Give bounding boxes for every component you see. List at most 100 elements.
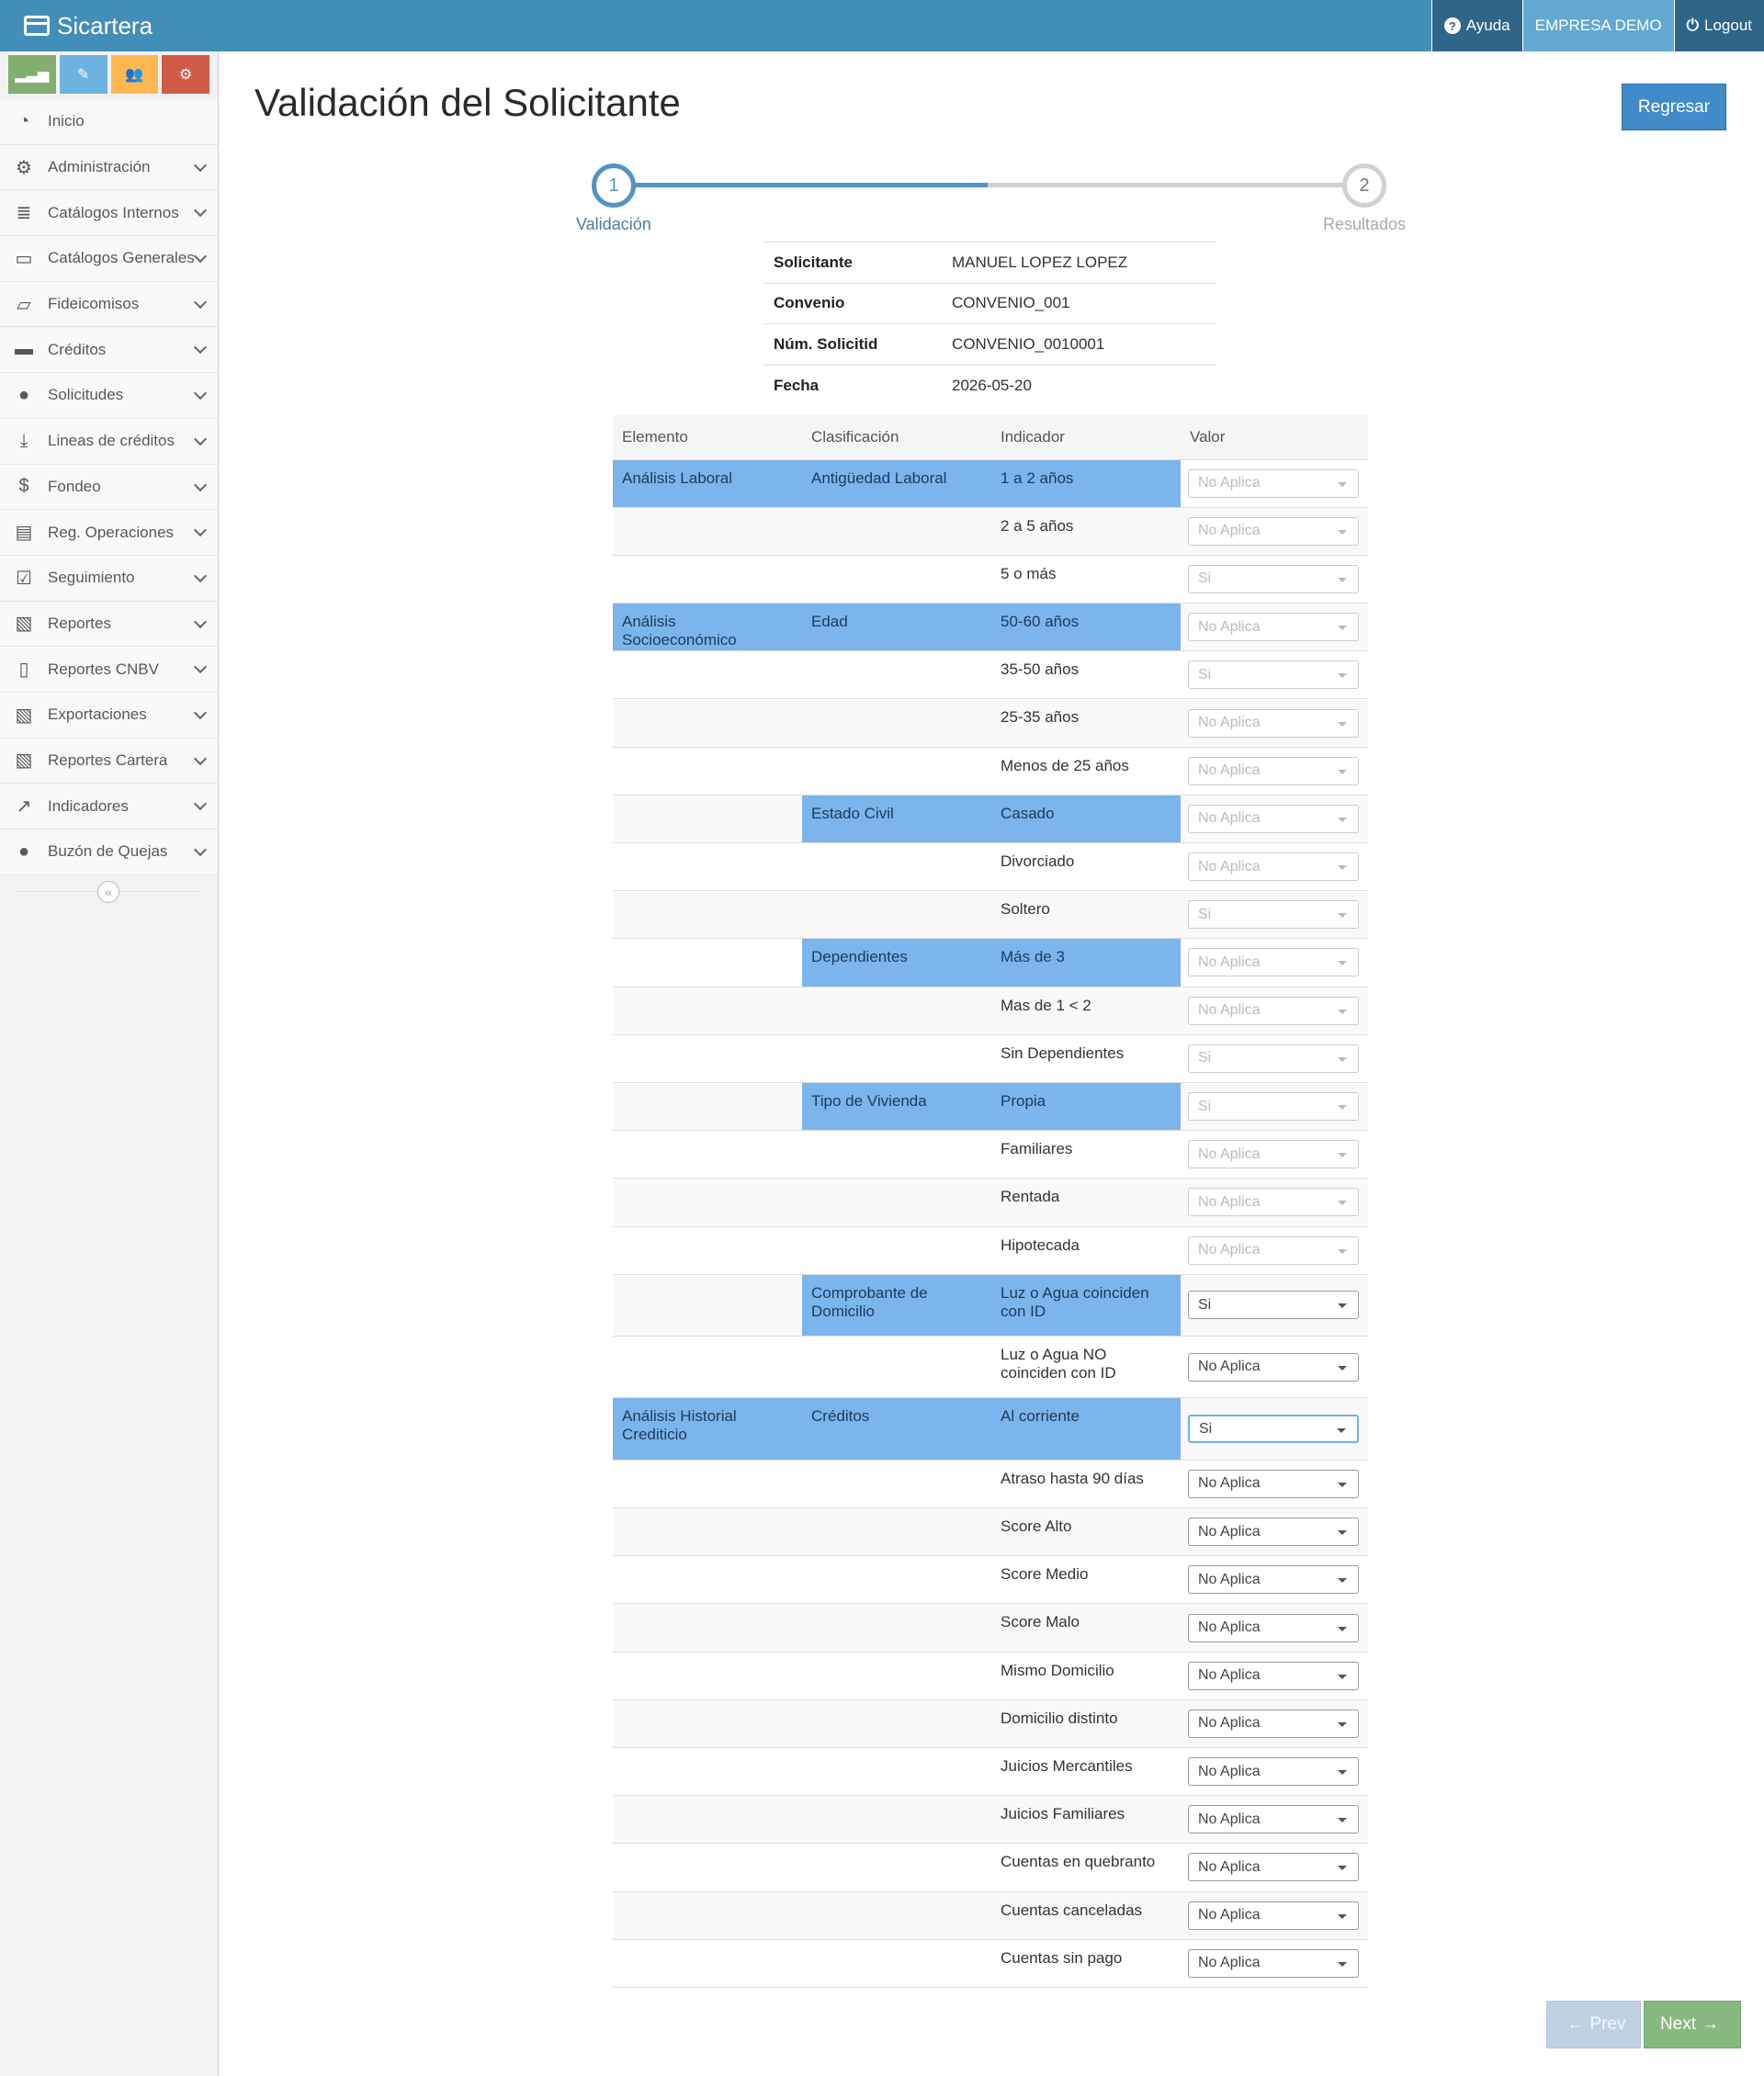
- chevron-down-icon[interactable]: [193, 705, 208, 720]
- chevron-down-icon[interactable]: [193, 569, 208, 582]
- user-icon: ●: [17, 384, 30, 405]
- sidebar-item-5[interactable]: ▬ Créditos: [0, 327, 218, 374]
- cell-elemento: [613, 1747, 802, 1797]
- sidebar-item-6[interactable]: ● Solicitudes: [0, 373, 218, 419]
- top-navbar: Sicartera ? Ayuda EMPRESA DEMO ⏻ Logout: [0, 0, 1764, 51]
- chevron-down-icon[interactable]: [193, 660, 208, 674]
- back-button[interactable]: Regresar: [1622, 84, 1726, 130]
- valor-select[interactable]: No Aplica: [1188, 468, 1359, 498]
- valor-select[interactable]: No Aplica: [1188, 1901, 1359, 1930]
- sidebar-item-9[interactable]: ▤ Reg. Operaciones: [0, 510, 218, 556]
- valor-select[interactable]: No Aplica: [1188, 1853, 1359, 1882]
- chevron-down-icon[interactable]: [193, 842, 208, 857]
- valor-select[interactable]: No Aplica: [1188, 1518, 1359, 1547]
- valor-select[interactable]: No Aplica: [1188, 804, 1359, 833]
- valor-select[interactable]: No Aplica: [1188, 708, 1359, 738]
- sidebar-item-10[interactable]: ☑ Seguimiento: [0, 555, 218, 602]
- company-button[interactable]: EMPRESA DEMO: [1521, 0, 1674, 51]
- valor-select[interactable]: No Aplica: [1188, 1235, 1359, 1265]
- wizard-step-1[interactable]: 1: [592, 164, 636, 208]
- header-indicador: Indicador: [991, 415, 1181, 460]
- cell-clasificacion: Antigüedad Laboral: [802, 459, 991, 508]
- valor-select[interactable]: No Aplica: [1188, 948, 1359, 977]
- chevron-down-icon[interactable]: [193, 295, 208, 309]
- database-icon: ≣: [16, 203, 32, 224]
- file-excel-icon: ▧: [15, 750, 33, 772]
- chevron-down-icon[interactable]: [193, 387, 208, 401]
- sidebar-item-label: Créditos: [48, 340, 107, 358]
- valor-select[interactable]: No Aplica: [1188, 516, 1359, 546]
- wizard-step-2[interactable]: 2: [1342, 164, 1386, 208]
- chevron-down-icon[interactable]: [193, 524, 208, 537]
- sidebar-item-11[interactable]: ▧ Reportes: [0, 601, 218, 648]
- valor-select[interactable]: No Aplica: [1188, 1948, 1359, 1978]
- sidebar-item-15[interactable]: ↗ Indicadores: [0, 784, 218, 829]
- cell-valor: Si: [1181, 1274, 1368, 1337]
- valor-select[interactable]: No Aplica: [1188, 756, 1359, 785]
- cell-elemento: [613, 1891, 802, 1940]
- cell-indicador: Mas de 1 < 2: [991, 987, 1181, 1035]
- sidebar: ▂▃▅ ✎ 👥 ⚙ ◔ Inicio ⚙ Administración ≣ Catálog…: [0, 51, 219, 2076]
- chevron-down-icon[interactable]: [193, 158, 208, 172]
- chevron-down-icon[interactable]: [193, 341, 208, 355]
- sidebar-item-7[interactable]: ⤓ Lineas de créditos: [0, 418, 218, 465]
- sidebar-item-8[interactable]: $ Fondeo: [0, 464, 218, 511]
- valor-select[interactable]: No Aplica: [1188, 1709, 1359, 1738]
- cell-valor: No Aplica: [1181, 1603, 1368, 1653]
- chevron-down-icon[interactable]: [193, 478, 208, 491]
- chevron-down-icon[interactable]: [193, 204, 208, 218]
- valor-select[interactable]: No Aplica: [1188, 1805, 1359, 1834]
- table-row: Menos de 25 años No Aplica: [613, 747, 1368, 795]
- logout-button[interactable]: ⏻ Logout: [1673, 0, 1764, 51]
- help-button[interactable]: ? Ayuda: [1430, 0, 1522, 51]
- arrow-right-icon: →: [1702, 2014, 1720, 2034]
- valor-select[interactable]: No Aplica: [1188, 613, 1359, 642]
- table-row: Juicios Mercantiles No Aplica: [613, 1747, 1368, 1797]
- cell-clasificacion: [802, 698, 991, 748]
- valor-select[interactable]: No Aplica: [1188, 996, 1359, 1025]
- valor-select[interactable]: Si: [1188, 1415, 1359, 1444]
- valor-select[interactable]: No Aplica: [1188, 1188, 1359, 1217]
- sidebar-item-label: Administración: [48, 158, 151, 176]
- valor-select[interactable]: No Aplica: [1188, 1140, 1359, 1169]
- prev-button[interactable]: ← Prev: [1546, 2001, 1641, 2048]
- table-row: 2 a 5 años No Aplica: [613, 507, 1368, 556]
- valor-select[interactable]: No Aplica: [1188, 1565, 1359, 1595]
- double-chevron-left-icon[interactable]: «: [97, 880, 119, 903]
- valor-select[interactable]: Si: [1188, 1044, 1359, 1073]
- valor-select[interactable]: Si: [1188, 660, 1359, 690]
- users-shortcut-button[interactable]: 👥: [110, 55, 159, 94]
- chevron-down-icon[interactable]: [193, 751, 208, 765]
- sidebar-item-4[interactable]: ▱ Fideicomisos: [0, 281, 218, 328]
- cogs-shortcut-button[interactable]: ⚙: [162, 55, 209, 94]
- brand-logo[interactable]: Sicartera: [24, 0, 153, 51]
- signal-shortcut-button[interactable]: ▂▃▅: [8, 55, 56, 94]
- valor-select[interactable]: No Aplica: [1188, 1757, 1359, 1787]
- chevron-down-icon[interactable]: [193, 797, 208, 811]
- sidebar-item-1[interactable]: ⚙ Administración: [0, 144, 218, 191]
- valor-select[interactable]: Si: [1188, 1092, 1359, 1122]
- sidebar-item-16[interactable]: ● Buzón de Quejas: [0, 829, 218, 875]
- sidebar-item-label: Exportaciones: [48, 705, 147, 724]
- valor-select[interactable]: No Aplica: [1188, 1613, 1359, 1642]
- next-button[interactable]: Next →: [1644, 2001, 1741, 2048]
- valor-select[interactable]: No Aplica: [1188, 1469, 1359, 1498]
- chevron-down-icon[interactable]: [193, 249, 208, 264]
- sidebar-item-3[interactable]: ▭ Catálogos Generales: [0, 236, 218, 282]
- sidebar-item-0[interactable]: ◔ Inicio: [0, 99, 218, 145]
- valor-select[interactable]: Si: [1188, 564, 1359, 593]
- sidebar-item-2[interactable]: ≣ Catálogos Internos: [0, 190, 218, 237]
- sidebar-item-13[interactable]: ▧ Exportaciones: [0, 692, 218, 739]
- valor-select[interactable]: No Aplica: [1188, 1352, 1359, 1382]
- pencil-shortcut-button[interactable]: ✎: [59, 55, 107, 94]
- chevron-down-icon[interactable]: [193, 432, 208, 446]
- table-row: Cuentas sin pago No Aplica: [613, 1939, 1368, 1988]
- valor-select[interactable]: Si: [1188, 900, 1359, 930]
- valor-select[interactable]: No Aplica: [1188, 852, 1359, 882]
- sidebar-item-12[interactable]: ▯ Reportes CNBV: [0, 647, 218, 693]
- help-label: Ayuda: [1465, 17, 1510, 34]
- valor-select[interactable]: No Aplica: [1188, 1661, 1359, 1690]
- valor-select[interactable]: Si: [1188, 1291, 1359, 1320]
- chevron-down-icon[interactable]: [193, 615, 208, 628]
- sidebar-item-14[interactable]: ▧ Reportes Cartera: [0, 738, 218, 784]
